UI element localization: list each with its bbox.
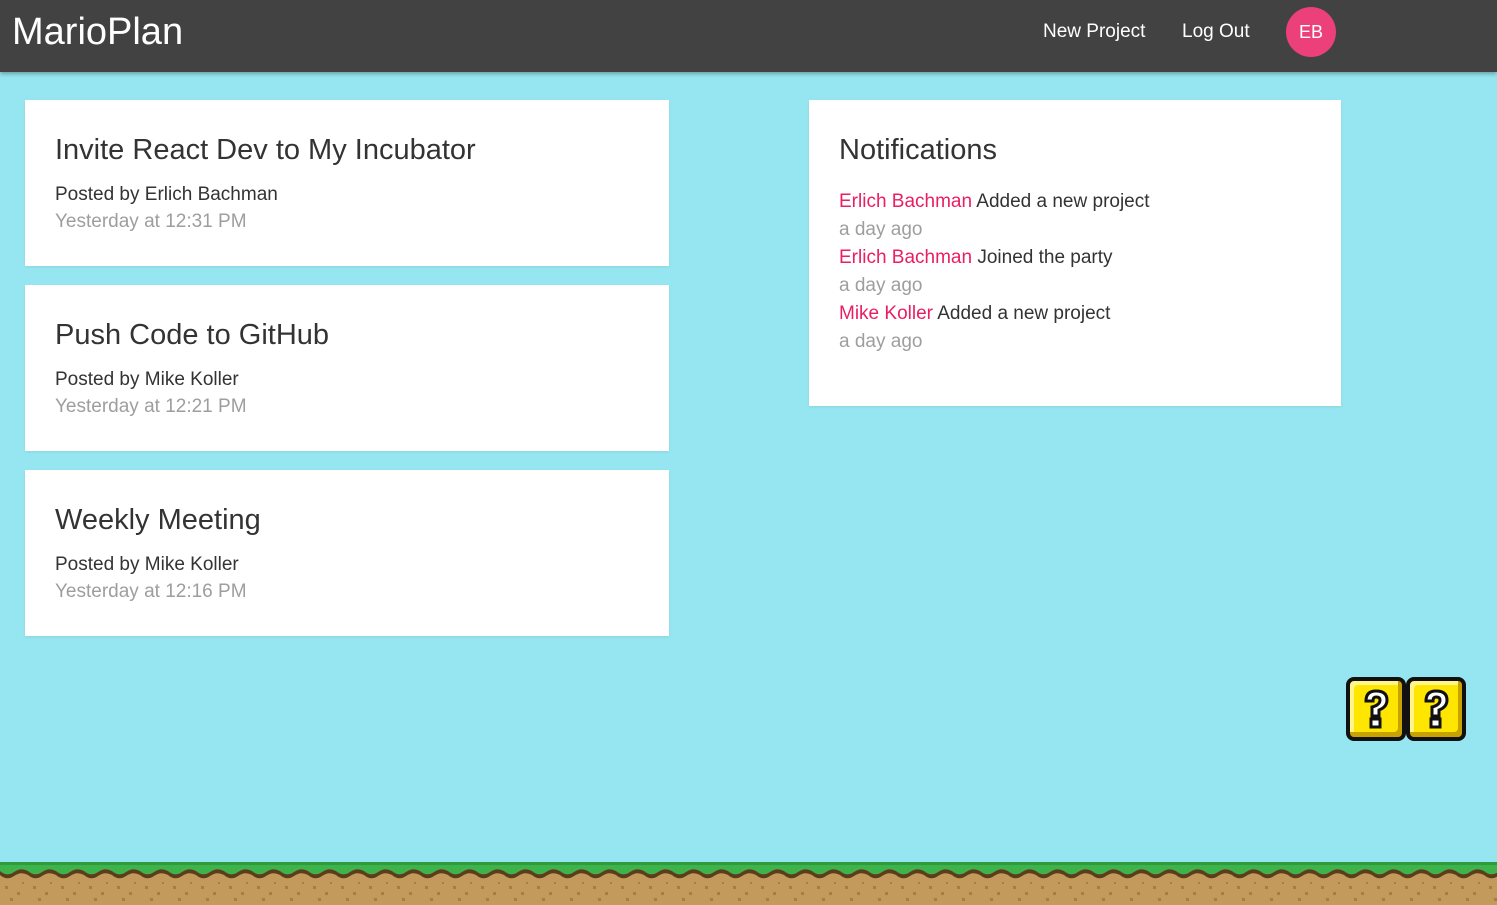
- navbar: MarioPlan New Project Log Out EB: [0, 0, 1497, 72]
- notification-item: Mike Koller Added a new project: [839, 300, 1311, 328]
- notification-time: a day ago: [839, 275, 923, 296]
- user-avatar[interactable]: EB: [1286, 7, 1336, 57]
- project-card[interactable]: Push Code to GitHub Posted by Mike Kolle…: [25, 285, 669, 451]
- project-author: Posted by Erlich Bachman: [55, 184, 278, 205]
- ground-strip: [0, 862, 1497, 905]
- project-author: Posted by Mike Koller: [55, 554, 239, 575]
- notification-time: a day ago: [839, 219, 923, 240]
- project-card[interactable]: Invite React Dev to My Incubator Posted …: [25, 100, 669, 266]
- notifications-panel: Notifications Erlich Bachman Added a new…: [809, 100, 1341, 406]
- project-title: Weekly Meeting: [55, 504, 261, 536]
- log-out-link[interactable]: Log Out: [1182, 20, 1250, 44]
- question-block-icon: [1346, 677, 1406, 741]
- project-date: Yesterday at 12:31 PM: [55, 211, 247, 232]
- notification-user-link[interactable]: Erlich Bachman: [839, 191, 972, 212]
- notification-user-link[interactable]: Mike Koller: [839, 303, 933, 324]
- project-date: Yesterday at 12:16 PM: [55, 581, 247, 602]
- project-card[interactable]: Weekly Meeting Posted by Mike Koller Yes…: [25, 470, 669, 636]
- notification-user-link[interactable]: Erlich Bachman: [839, 247, 972, 268]
- notification-item: Erlich Bachman Joined the party: [839, 244, 1311, 272]
- notification-text: Added a new project: [937, 303, 1111, 324]
- question-block-icon: [1406, 677, 1466, 741]
- notification-item: Erlich Bachman Added a new project: [839, 188, 1311, 216]
- new-project-link[interactable]: New Project: [1043, 20, 1145, 44]
- notification-time: a day ago: [839, 331, 923, 352]
- notifications-title: Notifications: [839, 134, 997, 166]
- project-title: Invite React Dev to My Incubator: [55, 134, 476, 166]
- notification-text: Joined the party: [977, 247, 1113, 268]
- project-title: Push Code to GitHub: [55, 319, 330, 351]
- notification-text: Added a new project: [976, 191, 1150, 212]
- brand-logo-link[interactable]: MarioPlan: [12, 10, 183, 54]
- project-date: Yesterday at 12:21 PM: [55, 396, 247, 417]
- project-author: Posted by Mike Koller: [55, 369, 239, 390]
